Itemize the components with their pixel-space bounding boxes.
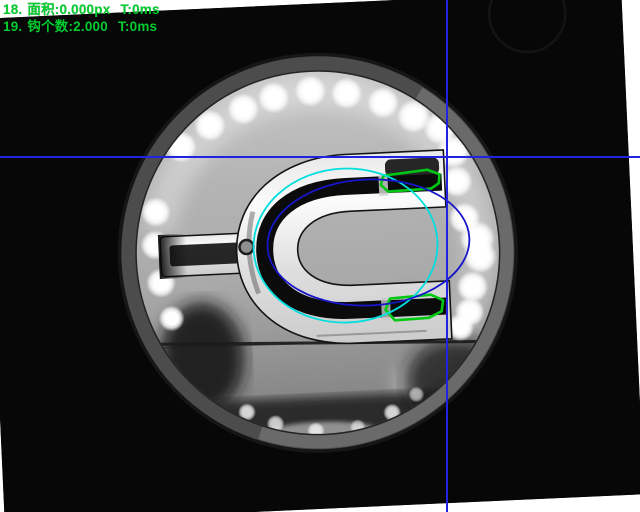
readout-index: 18.	[3, 2, 22, 17]
part-rivet	[239, 240, 254, 255]
camera-image	[0, 0, 640, 512]
camera-scene	[0, 0, 640, 512]
vision-canvas[interactable]: 18.面积:0.000pxT:0ms 19.钩个数:2.000T:0ms	[0, 0, 640, 512]
